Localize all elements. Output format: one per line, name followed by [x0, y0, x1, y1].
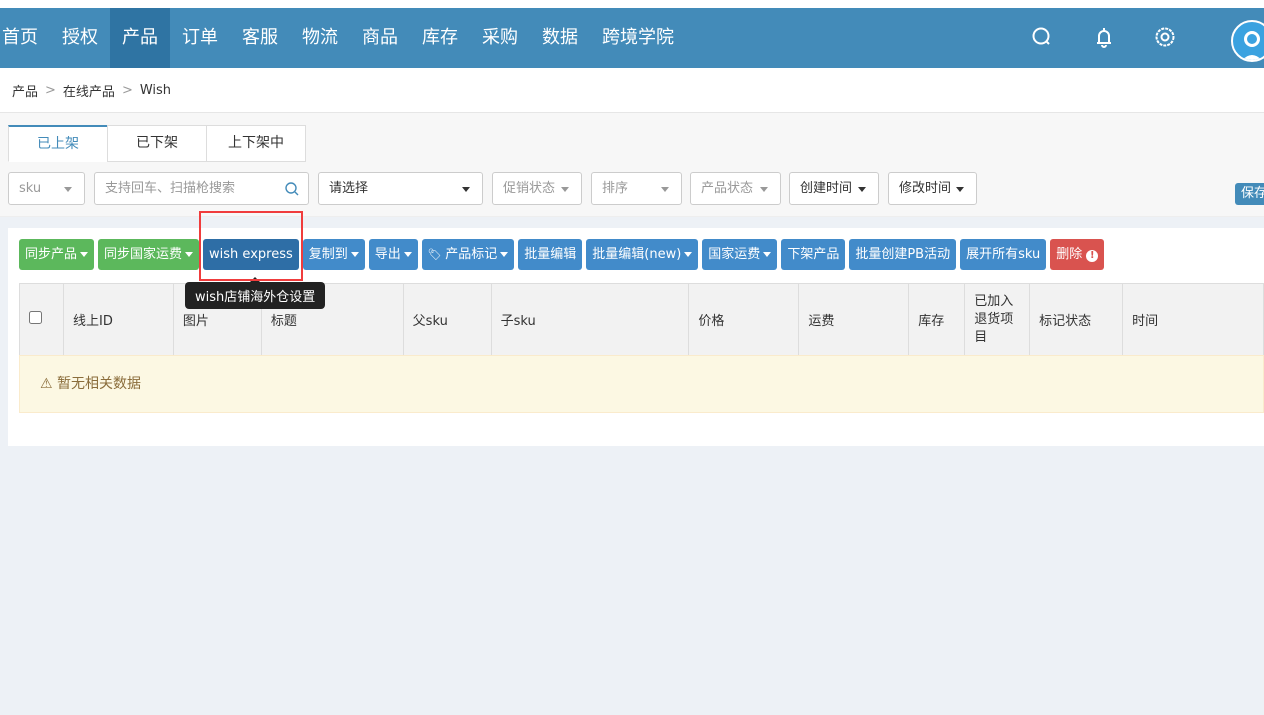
- action-label: 批量创建PB活动: [855, 247, 951, 262]
- empty-message: 暂无相关数据: [57, 376, 142, 392]
- select-all-checkbox[interactable]: [29, 311, 42, 324]
- breadcrumb-item[interactable]: 在线产品: [63, 81, 115, 100]
- action-button[interactable]: 展开所有sku: [960, 239, 1047, 270]
- action-label: 批量编辑(new): [592, 247, 682, 262]
- product-panel: 同步产品 同步国家运费 wish express 复制到 导出 🏷 产品标记 批量编辑 批量编…: [8, 228, 1264, 446]
- nav-item[interactable]: 商品: [350, 8, 410, 68]
- column-header: 库存: [908, 283, 966, 356]
- caret-down-icon: [350, 252, 359, 257]
- caret-down-icon: [185, 252, 194, 257]
- tab-listed[interactable]: 已上架: [8, 125, 108, 162]
- action-label: 展开所有sku: [966, 247, 1041, 262]
- action-button[interactable]: 同步国家运费: [98, 239, 200, 270]
- nav-item[interactable]: 授权: [50, 8, 110, 68]
- action-button[interactable]: 删除!: [1050, 239, 1105, 270]
- tab-delisted[interactable]: 已下架: [107, 125, 207, 162]
- column-header: 标记状态: [1029, 283, 1124, 356]
- column-header: 子sku: [490, 283, 690, 356]
- tooltip: wish店铺海外仓设置: [185, 277, 326, 309]
- caret-down-icon: [956, 187, 964, 192]
- exclamation-circle-icon: !: [1086, 250, 1099, 262]
- action-button[interactable]: 🏷 产品标记: [421, 239, 515, 270]
- action-label: 下架产品: [787, 247, 840, 262]
- caret-down-icon: [661, 187, 669, 192]
- bell-icon[interactable]: [1091, 24, 1117, 50]
- action-button[interactable]: 导出: [368, 239, 418, 270]
- caret-down-icon: [760, 187, 768, 192]
- caret-down-icon: [858, 187, 866, 192]
- action-button[interactable]: 批量编辑: [518, 239, 583, 270]
- action-label: 国家运费: [708, 247, 761, 262]
- save-button[interactable]: 保存: [1235, 183, 1264, 205]
- nav-item[interactable]: 产品: [110, 8, 170, 68]
- select-all-cell: [19, 283, 64, 356]
- product-status-select[interactable]: 产品状态: [690, 172, 781, 205]
- tab-pending[interactable]: 上下架中: [206, 125, 306, 162]
- caret-down-icon: [64, 187, 72, 192]
- filter-area: 已上架 已下架 上下架中 sku 支持回车、扫描枪搜索 请选择 促销状态 排序 …: [0, 113, 1264, 217]
- nav-item[interactable]: 客服: [230, 8, 290, 68]
- nav-item[interactable]: 订单: [170, 8, 230, 68]
- caret-down-icon: [80, 252, 89, 257]
- breadcrumb-item[interactable]: 产品: [12, 81, 38, 100]
- sku-select[interactable]: sku: [8, 172, 85, 205]
- column-header: 线上ID: [62, 283, 174, 356]
- top-gap: [0, 0, 1264, 8]
- nav-item[interactable]: 库存: [410, 8, 470, 68]
- caret-down-icon: [462, 187, 470, 192]
- avatar[interactable]: [1231, 20, 1264, 62]
- empty-state: ⚠ 暂无相关数据: [19, 355, 1264, 413]
- breadcrumb: 产品 > 在线产品 > Wish: [0, 68, 1264, 113]
- highlight-box: [199, 211, 303, 281]
- gear-icon[interactable]: [1152, 24, 1178, 50]
- action-label: 删除: [1056, 247, 1083, 262]
- search-icon[interactable]: [284, 181, 300, 197]
- caret-down-icon: [561, 187, 569, 192]
- sort-select[interactable]: 排序: [591, 172, 682, 205]
- action-label: 导出: [374, 247, 401, 262]
- promo-status-select[interactable]: 促销状态: [492, 172, 582, 205]
- action-label: 同步产品: [25, 247, 78, 262]
- warning-icon: ⚠: [40, 376, 53, 392]
- search-input[interactable]: 支持回车、扫描枪搜索: [94, 172, 309, 205]
- action-label: 复制到: [308, 247, 348, 262]
- column-header: 已加入退货项目: [964, 283, 1031, 356]
- action-button[interactable]: 批量编辑(new): [586, 239, 699, 270]
- action-label: 同步国家运费: [104, 247, 183, 262]
- action-button[interactable]: 同步产品: [19, 239, 95, 270]
- nav-item[interactable]: 跨境学院: [590, 8, 686, 68]
- nav-item[interactable]: 数据: [530, 8, 590, 68]
- caret-down-icon: [403, 252, 412, 257]
- top-nav: 首页 授权 产品 订单 客服 物流 商品 库存 采购 数据 跨境学院: [0, 8, 1264, 68]
- action-button[interactable]: 复制到: [302, 239, 365, 270]
- caret-down-icon: [500, 252, 509, 257]
- breadcrumb-item: Wish: [139, 82, 172, 98]
- action-label: 产品标记: [445, 247, 498, 262]
- tag-icon: 🏷: [427, 248, 446, 261]
- column-header: 价格: [688, 283, 800, 356]
- search-icon[interactable]: [1029, 24, 1055, 50]
- nav-item[interactable]: 采购: [470, 8, 530, 68]
- nav-item[interactable]: 首页: [0, 8, 50, 68]
- created-time-select[interactable]: 创建时间: [789, 172, 879, 205]
- nav-item[interactable]: 物流: [290, 8, 350, 68]
- column-header: 时间: [1122, 283, 1264, 356]
- modified-time-select[interactable]: 修改时间: [888, 172, 977, 205]
- caret-down-icon: [763, 252, 772, 257]
- action-button[interactable]: 下架产品: [781, 239, 846, 270]
- action-button[interactable]: 批量创建PB活动: [849, 239, 957, 270]
- action-button[interactable]: 国家运费: [702, 239, 778, 270]
- column-header: 父sku: [402, 283, 492, 356]
- caret-down-icon: [684, 252, 693, 257]
- action-label: 批量编辑: [524, 247, 577, 262]
- column-header: 运费: [798, 283, 910, 356]
- category-select[interactable]: 请选择: [318, 172, 483, 205]
